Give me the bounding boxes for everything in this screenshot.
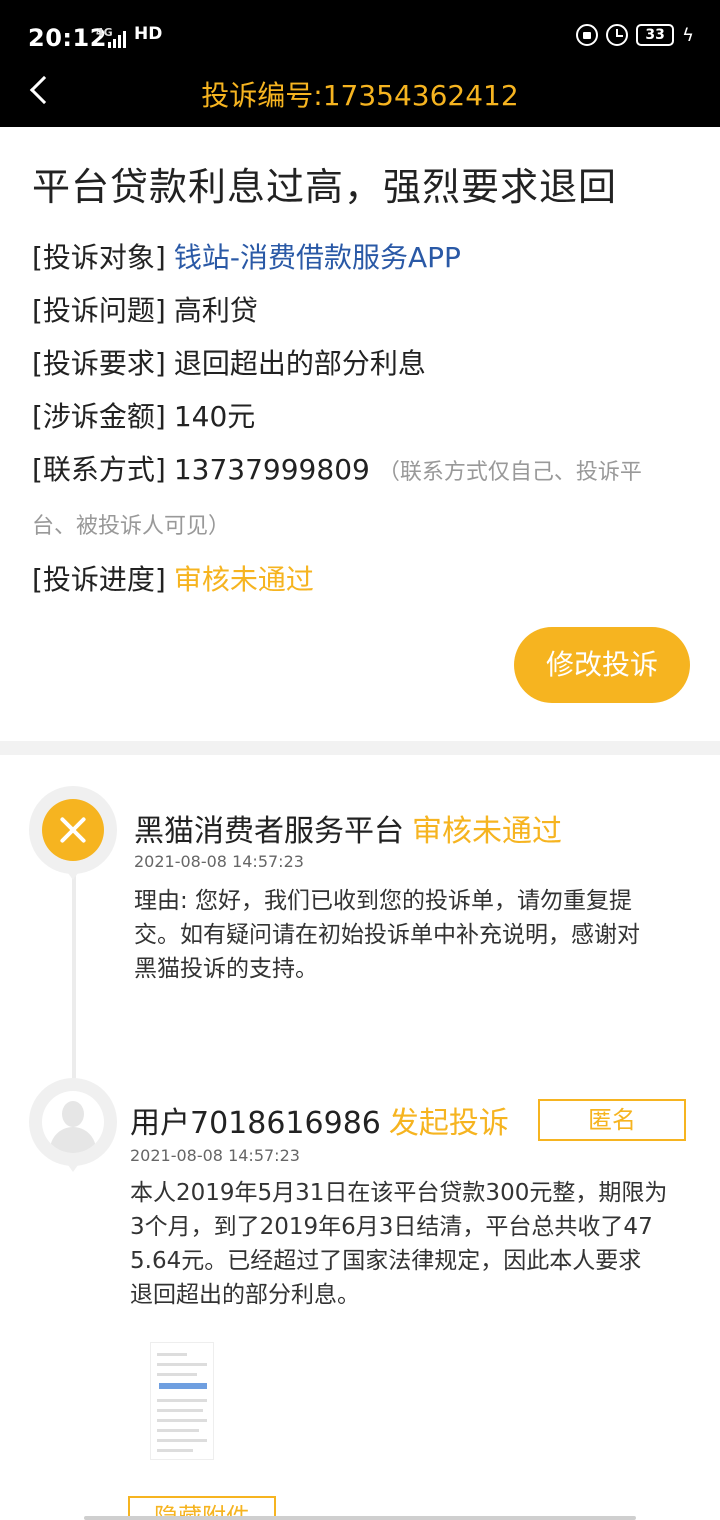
text-line: 3个月，到了2019年6月3日结清，平台总共收了47 (130, 1214, 653, 1240)
info-label: [投诉进度] (32, 563, 166, 596)
text-line: 退回超出的部分利息。 (130, 1282, 360, 1308)
timeline-time: 2021-08-08 14:57:23 (134, 852, 304, 871)
info-value: 140元 (173, 400, 256, 433)
timeline-line (72, 870, 76, 1080)
signal-icon (108, 31, 126, 48)
lock-rotation-icon (576, 24, 599, 46)
charging-icon: ϟ (682, 24, 694, 46)
info-row-issue: [投诉问题] 高利贷 (32, 289, 258, 329)
modify-complaint-button[interactable]: 修改投诉 (514, 627, 690, 703)
info-label: [投诉要求] (32, 347, 166, 380)
timeline-text: 理由: 您好，我们已收到您的投诉单，请勿重复提 交。如有疑问请在初始投诉单中补充… (134, 884, 640, 986)
complaint-target-link[interactable]: 钱站-消费借款服务APP (174, 241, 461, 274)
info-row-progress: [投诉进度] 审核未通过 (32, 558, 314, 598)
section-divider (0, 741, 720, 755)
info-label: [涉诉金额] (32, 400, 166, 433)
info-label: [联系方式] (32, 453, 166, 486)
anonymous-badge: 匿名 (538, 1099, 686, 1141)
info-label: [投诉问题] (32, 294, 166, 327)
alarm-icon (606, 24, 629, 46)
info-row-amount: [涉诉金额] 140元 (32, 395, 255, 435)
hd-badge: HD (134, 24, 163, 44)
text-line: 理由: 您好，我们已收到您的投诉单，请勿重复提 (134, 888, 633, 914)
info-value: 高利贷 (173, 294, 258, 327)
info-row-demand: [投诉要求] 退回超出的部分利息 (32, 342, 426, 382)
attachment-thumbnail[interactable] (150, 1342, 214, 1460)
timeline-title: 黑猫消费者服务平台 审核未通过 (134, 806, 562, 850)
text-line: 本人2019年5月31日在该平台贷款300元整，期限为 (130, 1180, 668, 1206)
progress-status: 审核未通过 (173, 563, 314, 596)
contact-note: （联系方式仅自己、投诉平 (377, 460, 642, 485)
page-title: 投诉编号:17354362412 (201, 79, 519, 112)
text-line: 黑猫投诉的支持。 (134, 956, 318, 982)
info-row-contact: [联系方式] 13737999809 （联系方式仅自己、投诉平 (32, 448, 642, 488)
scrollbar[interactable] (84, 1516, 636, 1520)
timeline-title: 用户7018616986 发起投诉 (130, 1098, 509, 1142)
text-line: 交。如有疑问请在初始投诉单中补充说明，感谢对 (134, 922, 640, 948)
info-row-target: [投诉对象] 钱站-消费借款服务APP (32, 236, 461, 276)
timeline-time: 2021-08-08 14:57:23 (130, 1146, 300, 1165)
battery-icon: 33 (636, 24, 675, 46)
top-bar: 20:12 4G HD 33 ϟ 投诉编号:17354362412 (0, 0, 720, 127)
timeline-node-rejected (29, 786, 117, 880)
info-label: [投诉对象] (32, 241, 166, 274)
close-icon (42, 799, 104, 861)
complaint-title: 平台贷款利息过高，强烈要求退回 (32, 165, 618, 209)
contact-note-continued: 台、被投诉人可见） (32, 514, 231, 539)
timeline-actor: 用户7018616986 (130, 1106, 381, 1141)
text-line: 5.64元。已经超过了国家法律规定，因此本人要求 (130, 1248, 642, 1274)
contact-phone: 13737999809 (173, 453, 370, 486)
info-value: 退回超出的部分利息 (173, 347, 426, 380)
timeline-status: 审核未通过 (412, 814, 562, 849)
timeline-status: 发起投诉 (388, 1106, 509, 1141)
status-icons: 33 ϟ (576, 24, 694, 46)
timeline-actor: 黑猫消费者服务平台 (134, 814, 404, 849)
timeline-node-user (29, 1078, 117, 1172)
timeline-text: 本人2019年5月31日在该平台贷款300元整，期限为 3个月，到了2019年6… (130, 1176, 667, 1312)
avatar (42, 1091, 104, 1153)
